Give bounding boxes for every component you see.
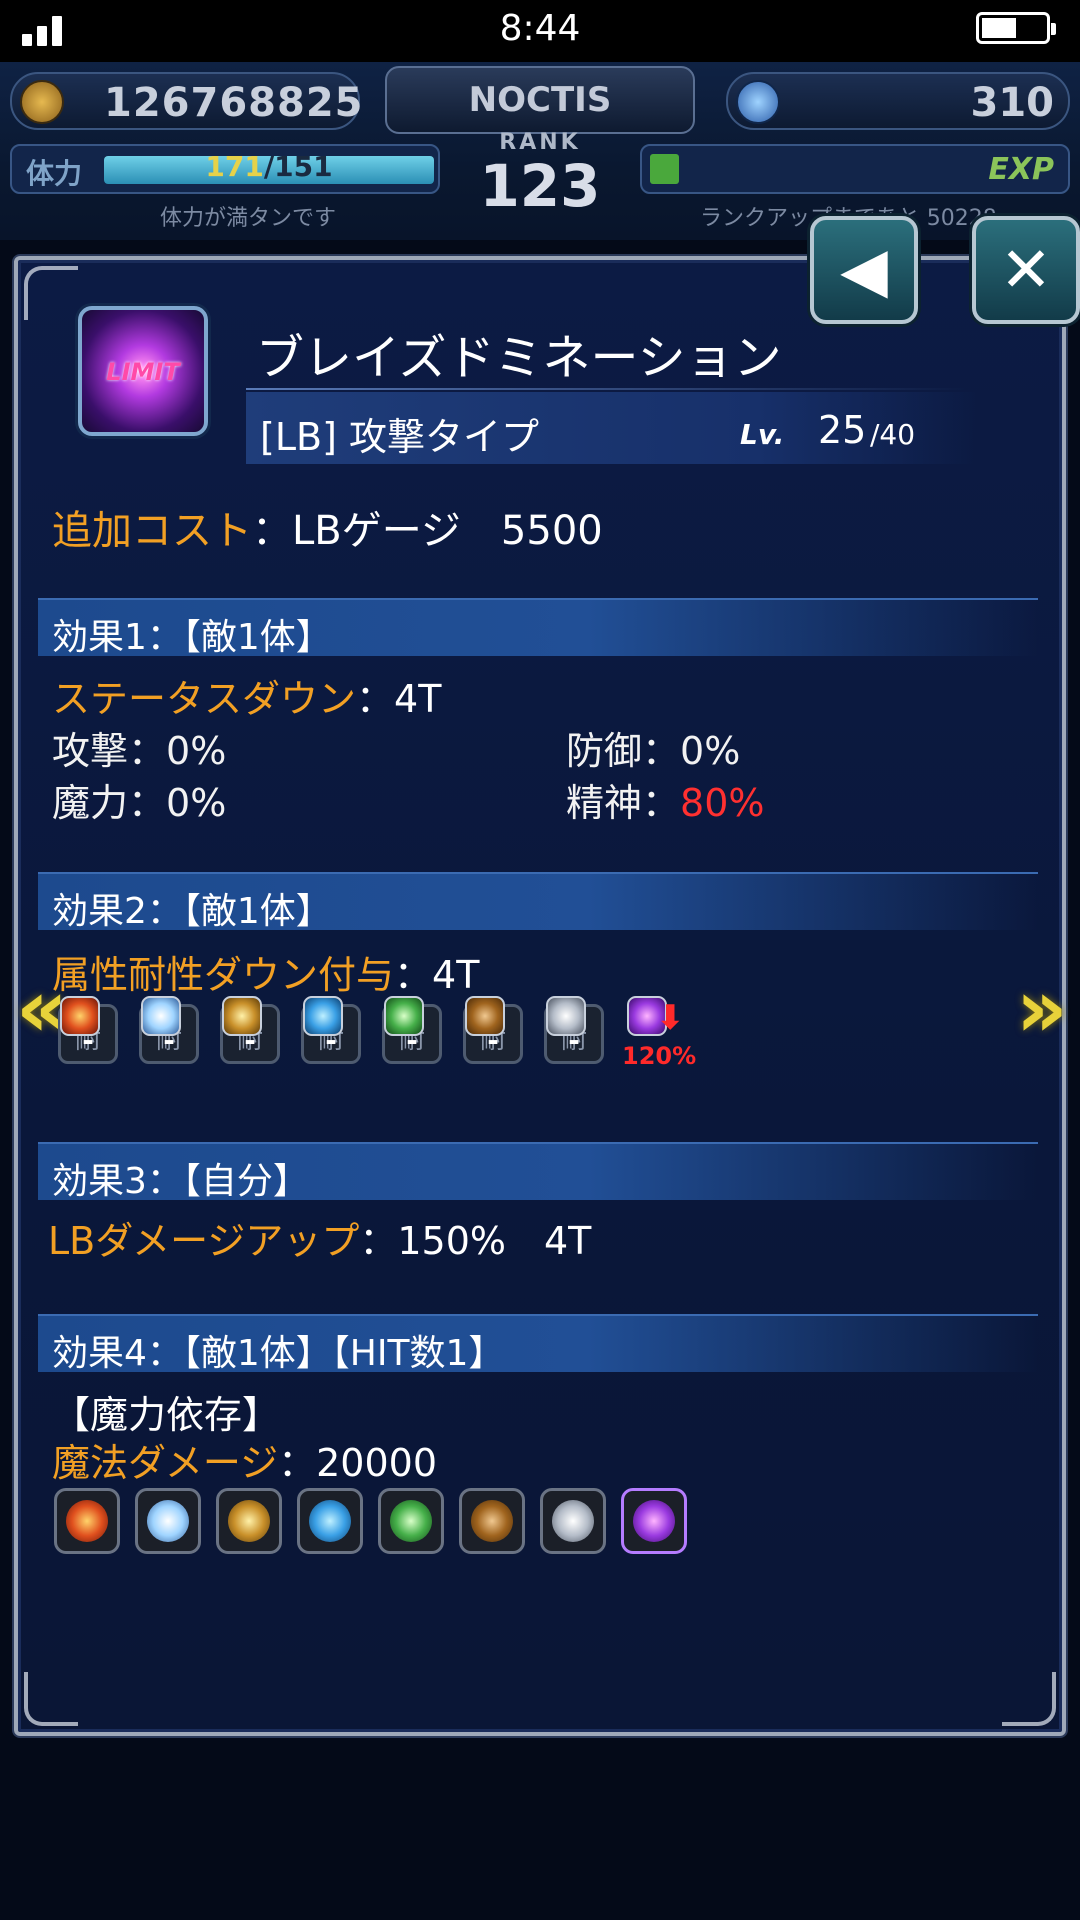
level-max: /40: [870, 418, 916, 451]
frame-ornament: [1002, 1672, 1056, 1726]
status-bar: 8:44: [0, 0, 1080, 62]
fire-element-icon: [60, 996, 100, 1036]
effect-2-title: 属性耐性ダウン付与：4T: [52, 944, 479, 999]
lightning-element-icon: [216, 1488, 282, 1554]
battery-icon: [976, 12, 1056, 44]
extra-cost-label: 追加コスト: [52, 508, 252, 554]
water-element-icon: [303, 996, 343, 1036]
limit-icon-label: LIMIT: [106, 358, 180, 386]
frame-ornament: [24, 266, 78, 320]
effect-1-header-text: 効果1：【敵1体】: [52, 617, 332, 658]
back-button[interactable]: ◀: [810, 216, 918, 324]
extra-cost: 追加コスト：LBゲージ 5500: [52, 498, 603, 556]
effect-2-title-label: 属性耐性ダウン付与: [52, 953, 395, 997]
stat-atk: 攻撃：0%: [52, 720, 226, 775]
effect-4-header: 効果4：【敵1体】【HIT数1】: [38, 1314, 1038, 1374]
ice-element-icon: [141, 996, 181, 1036]
stamina-max: /151: [263, 150, 333, 183]
divider: [246, 388, 966, 390]
dark-element-icon: [621, 1488, 687, 1554]
skill-type: [LB] 攻撃タイプ: [260, 415, 539, 459]
stamina-current: 171: [205, 150, 264, 183]
lapis-counter[interactable]: 310: [726, 72, 1070, 130]
effect-2-header-text: 効果2：【敵1体】: [52, 891, 332, 932]
gil-coin-icon: [20, 80, 64, 124]
next-page-arrow-icon[interactable]: »: [1016, 962, 1068, 1055]
stat-value: ：0%: [642, 729, 741, 773]
effect-1-title: ステータスダウン：4T: [52, 668, 441, 723]
stat-value-highlight: 80%: [680, 781, 765, 825]
player-name: NOCTIS: [468, 80, 612, 120]
stamina-label: 体力: [26, 157, 83, 190]
effect-2-title-value: ：4T: [394, 953, 480, 997]
effect-1-header: 効果1：【敵1体】: [38, 598, 1038, 658]
effect-1-title-value: ：4T: [356, 677, 442, 721]
effect-4-subtitle: 【魔力依存】: [52, 1393, 281, 1437]
ice-element-icon: [135, 1488, 201, 1554]
player-name-plate[interactable]: NOCTIS: [385, 66, 695, 134]
wind-element-icon: [378, 1488, 444, 1554]
stamina-message: 体力が満タンです: [160, 206, 337, 231]
level-current: 25: [818, 408, 867, 452]
stat-value: ：0%: [128, 781, 227, 825]
lapis-gem-icon: [736, 80, 780, 124]
effect-4-title-value: ：20000: [278, 1441, 437, 1485]
lightning-element-icon: [222, 996, 262, 1036]
effect-3-title-value: ：150% 4T: [359, 1219, 592, 1263]
stat-label: 精神: [566, 781, 643, 825]
effect-4-title-label: 魔法ダメージ: [52, 1441, 279, 1485]
frame-ornament: [24, 1672, 78, 1726]
close-x-icon: ✕: [1000, 233, 1052, 306]
wind-element-icon: [384, 996, 424, 1036]
stat-value: ：0%: [128, 729, 227, 773]
stamina-text: 171/151: [104, 150, 434, 183]
effect-1-title-label: ステータスダウン: [52, 677, 357, 721]
skill-name: ブレイズドミネーション: [256, 330, 782, 386]
back-triangle-icon: ◀: [840, 233, 888, 306]
stat-label: 魔力: [52, 781, 129, 825]
level-label: Lv.: [740, 418, 785, 451]
dark-resist-down-value: 120%: [622, 1042, 697, 1070]
earth-element-icon: [465, 996, 505, 1036]
top-hud: 126768825 NOCTIS RANK 123 310 体力 171/151…: [0, 62, 1080, 240]
stat-label: 防御: [566, 729, 643, 773]
gil-value: 126768825: [104, 80, 364, 126]
stat-mag: 魔力：0%: [52, 772, 226, 827]
effect-4-header-text: 効果4：【敵1体】【HIT数1】: [52, 1333, 505, 1374]
stat-spr: 精神：80%: [566, 772, 765, 827]
resist-down-arrow-icon: ⬇: [656, 998, 685, 1038]
effect-3-header: 効果3：【自分】: [38, 1142, 1038, 1202]
extra-cost-value: ：LBゲージ 5500: [252, 508, 603, 554]
exp-gauge: EXP: [640, 144, 1070, 194]
rank-value: 123: [479, 152, 601, 220]
effect-4-title: 魔法ダメージ：20000: [52, 1432, 437, 1487]
effect-3-header-text: 効果3：【自分】: [52, 1161, 309, 1202]
effect-2-header: 効果2：【敵1体】: [38, 872, 1038, 932]
effect-3-title-label: LBダメージアップ: [48, 1219, 360, 1263]
stat-value: ：: [642, 781, 681, 825]
stamina-gauge: 体力 171/151: [10, 144, 440, 194]
light-element-icon: [546, 996, 586, 1036]
clock: 8:44: [499, 8, 581, 49]
exp-bar-fill: [650, 154, 679, 184]
close-button[interactable]: ✕: [972, 216, 1080, 324]
limit-burst-icon: LIMIT: [78, 306, 208, 436]
fire-element-icon: [54, 1488, 120, 1554]
light-element-icon: [540, 1488, 606, 1554]
stat-label: 攻撃: [52, 729, 129, 773]
water-element-icon: [297, 1488, 363, 1554]
earth-element-icon: [459, 1488, 525, 1554]
stat-def: 防御：0%: [566, 720, 740, 775]
lapis-value: 310: [970, 80, 1055, 126]
gil-counter: 126768825: [10, 72, 363, 130]
effect-3-title: LBダメージアップ：150% 4T: [48, 1210, 591, 1265]
exp-label: EXP: [988, 152, 1054, 187]
